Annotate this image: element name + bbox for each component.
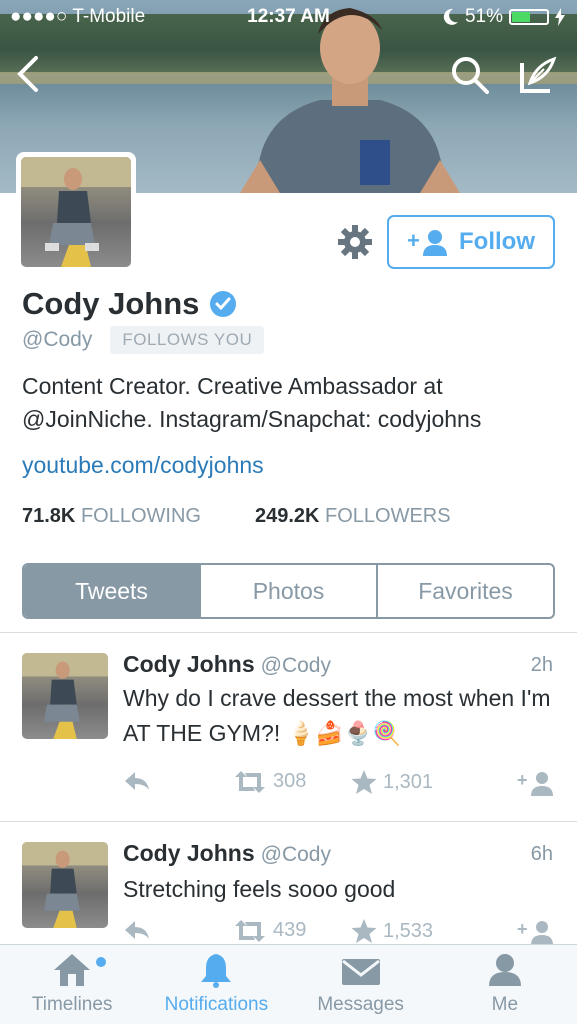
profile-name: Cody Johns [22,286,200,321]
battery-indicator: 51% [443,6,565,28]
bell-icon [201,954,232,988]
star-icon [351,919,377,943]
tweet-author-name: Cody Johns [123,840,255,866]
tweet-avatar[interactable] [22,842,108,928]
tab-favorites[interactable]: Favorites [376,565,553,617]
tab-photos[interactable]: Photos [199,565,376,617]
profile-stats: 71.8K FOLLOWING 249.2K FOLLOWERS [22,505,451,528]
tweet-author[interactable]: Cody Johns @Cody [123,651,331,678]
compose-icon[interactable] [518,55,558,95]
home-icon [54,954,91,986]
retweet-button[interactable]: 308 [233,770,306,793]
retweet-button[interactable]: 439 [233,919,306,942]
search-icon[interactable] [450,55,490,95]
profile-handle: @Cody [22,328,93,351]
tweet-author[interactable]: Cody Johns @Cody [123,840,331,867]
reply-button[interactable] [123,770,151,792]
tab-messages-label: Messages [317,994,404,1015]
tweet-author-handle: @Cody [260,654,331,677]
favorite-button[interactable]: 1,301 [351,770,433,794]
profile-avatar[interactable] [16,152,136,272]
moon-icon [443,8,458,25]
tweet-text: Why do I crave dessert the most when I'm… [123,685,551,746]
svg-text:+: + [517,919,528,939]
retweet-count: 308 [273,770,307,792]
following-label: FOLLOWING [80,505,201,527]
battery-percent: 51% [464,6,503,27]
followers-stat[interactable]: 249.2K FOLLOWERS [255,505,451,528]
tweet-time: 6h [530,843,553,865]
favorite-count: 1,533 [383,919,434,942]
tab-notifications-label: Notifications [164,994,269,1015]
avatar [21,157,131,267]
follow-button[interactable]: + Follow [387,215,555,269]
svg-text:+: + [407,228,420,253]
retweet-icon [235,770,265,793]
profile-name-row: Cody Johns [22,286,237,322]
reply-icon [125,772,149,790]
following-count: 71.8K [22,505,76,527]
following-stat[interactable]: 71.8K FOLLOWING [22,505,201,528]
favorite-button[interactable]: 1,533 [351,919,433,943]
profile-link[interactable]: youtube.com/codyjohns [22,452,264,479]
back-icon[interactable] [14,54,44,94]
envelope-icon [341,959,380,985]
status-bar: ●●●●○ T-Mobile 12:37 AM 51% [0,6,577,32]
retweet-count: 439 [273,919,307,941]
star-icon [351,770,377,794]
gear-icon[interactable] [337,224,373,260]
charging-icon [555,8,565,26]
tweet-actions: 439 1,533 + [123,919,555,944]
follow-author-button[interactable]: + [517,919,555,944]
tab-notifications[interactable]: Notifications [144,945,288,1024]
tab-timelines-label: Timelines [31,994,113,1015]
verified-badge-icon [210,291,237,317]
tweet-time: 2h [530,654,553,676]
tweet-author-handle: @Cody [260,843,331,866]
retweet-icon [235,919,265,942]
svg-text:+: + [517,770,528,790]
follows-you-badge: FOLLOWS YOU [110,326,265,354]
tab-me[interactable]: Me [433,945,577,1024]
follow-author-button[interactable]: + [517,770,555,796]
profile-tabs: Tweets Photos Favorites [22,563,555,619]
tab-tweets[interactable]: Tweets [24,565,199,617]
unread-dot [96,957,106,967]
battery-icon [509,9,549,25]
tab-messages[interactable]: Messages [289,945,433,1024]
tweet-item[interactable]: Cody Johns @Cody 2h Why do I crave desser… [0,633,577,821]
bottom-tab-bar: Timelines Notifications Messages Me [0,944,577,1024]
followers-count: 249.2K [254,505,320,527]
profile-bio: Content Creator. Creative Ambassador at … [22,373,482,432]
tweet-actions: 308 1,301 + [123,770,555,800]
add-user-icon: + [517,919,553,944]
tab-me-label: Me [491,994,519,1015]
profile-handle-row: @Cody FOLLOWS YOU [22,326,265,354]
add-user-icon: + [407,228,447,256]
tweet-item[interactable]: Cody Johns @Cody 6h Stretching feels sooo… [0,822,577,944]
favorite-count: 1,301 [383,770,434,793]
follow-label: Follow [459,228,535,255]
followers-label: FOLLOWERS [325,505,451,527]
tweet-text: Stretching feels sooo good [123,876,396,902]
reply-icon [125,921,149,939]
tweet-author-name: Cody Johns [123,651,255,677]
tab-timelines[interactable]: Timelines [0,945,144,1024]
person-icon [488,954,521,986]
tweet-avatar[interactable] [22,653,108,739]
reply-button[interactable] [123,919,151,941]
add-user-icon: + [517,770,553,796]
